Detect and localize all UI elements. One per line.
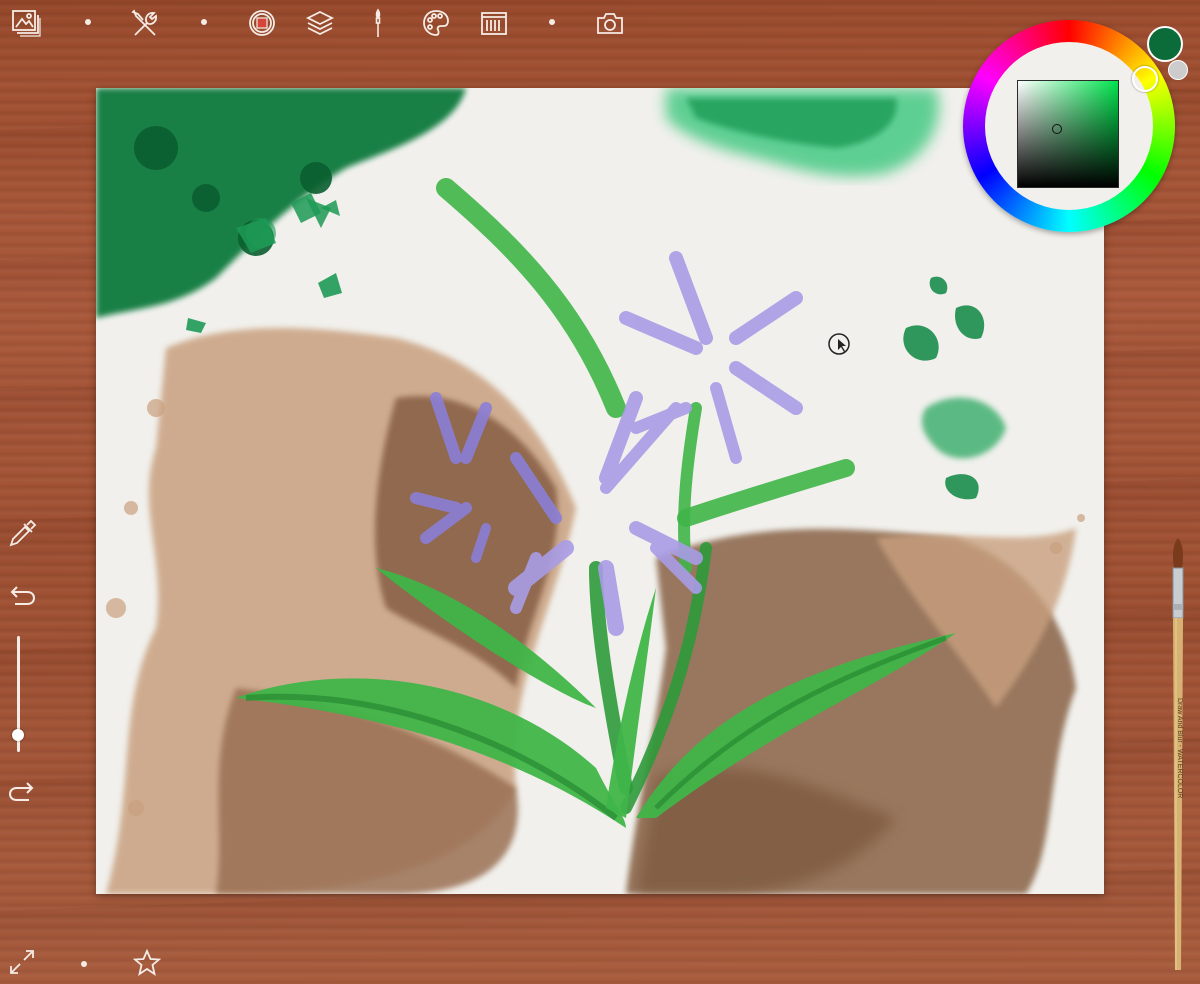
gallery-button[interactable] <box>6 4 46 44</box>
camera-icon <box>597 13 623 34</box>
brushes-button[interactable] <box>358 3 398 43</box>
brush-size-slider-knob[interactable] <box>12 728 24 741</box>
artwork <box>96 88 1085 894</box>
favorites-button[interactable] <box>127 943 167 983</box>
toolbar-separator <box>201 19 207 25</box>
paintbrush-icon <box>375 8 381 37</box>
layers-button[interactable] <box>300 3 340 43</box>
eyedropper-button[interactable] <box>2 514 42 554</box>
eyedropper-icon <box>9 519 37 547</box>
canvas-texture-icon <box>481 12 507 35</box>
current-color-swatch[interactable] <box>1147 26 1183 62</box>
toolbar-separator <box>85 19 91 25</box>
brush-shape-icon <box>249 10 275 36</box>
redo-icon <box>8 782 34 801</box>
tools-icon <box>131 9 157 36</box>
expand-icon <box>10 950 34 974</box>
saturation-value-square[interactable] <box>1017 80 1119 188</box>
green-leaf-patches <box>903 276 1006 500</box>
undo-button[interactable] <box>2 574 42 614</box>
brush-shape-button[interactable] <box>242 3 282 43</box>
camera-button[interactable] <box>590 3 630 43</box>
gallery-icon <box>12 10 41 37</box>
light-green-wash <box>666 88 939 177</box>
canvas-cursor <box>828 333 850 355</box>
star-icon <box>132 948 162 976</box>
paintbrush-icon: Draw And Blur - WATERCOLOR <box>1172 538 1184 970</box>
brush-imprint-text: Draw And Blur - WATERCOLOR <box>1176 698 1183 798</box>
drawing-canvas[interactable] <box>96 88 1104 894</box>
previous-color-swatch[interactable] <box>1168 60 1188 80</box>
color-square-marker[interactable] <box>1052 124 1062 134</box>
fullscreen-button[interactable] <box>2 942 42 982</box>
palette-icon <box>423 10 449 36</box>
redo-button[interactable] <box>2 770 42 810</box>
tools-button[interactable] <box>125 3 165 43</box>
canvas-texture-button[interactable] <box>474 3 514 43</box>
toolbar-separator <box>81 961 87 967</box>
layers-icon <box>305 10 335 36</box>
hue-marker[interactable] <box>1132 66 1158 92</box>
palette-button[interactable] <box>416 3 456 43</box>
paintbrush-tool[interactable]: Draw And Blur - WATERCOLOR <box>1163 538 1193 970</box>
undo-icon <box>10 586 36 605</box>
toolbar-separator <box>549 19 555 25</box>
dark-green-foliage <box>96 88 466 333</box>
